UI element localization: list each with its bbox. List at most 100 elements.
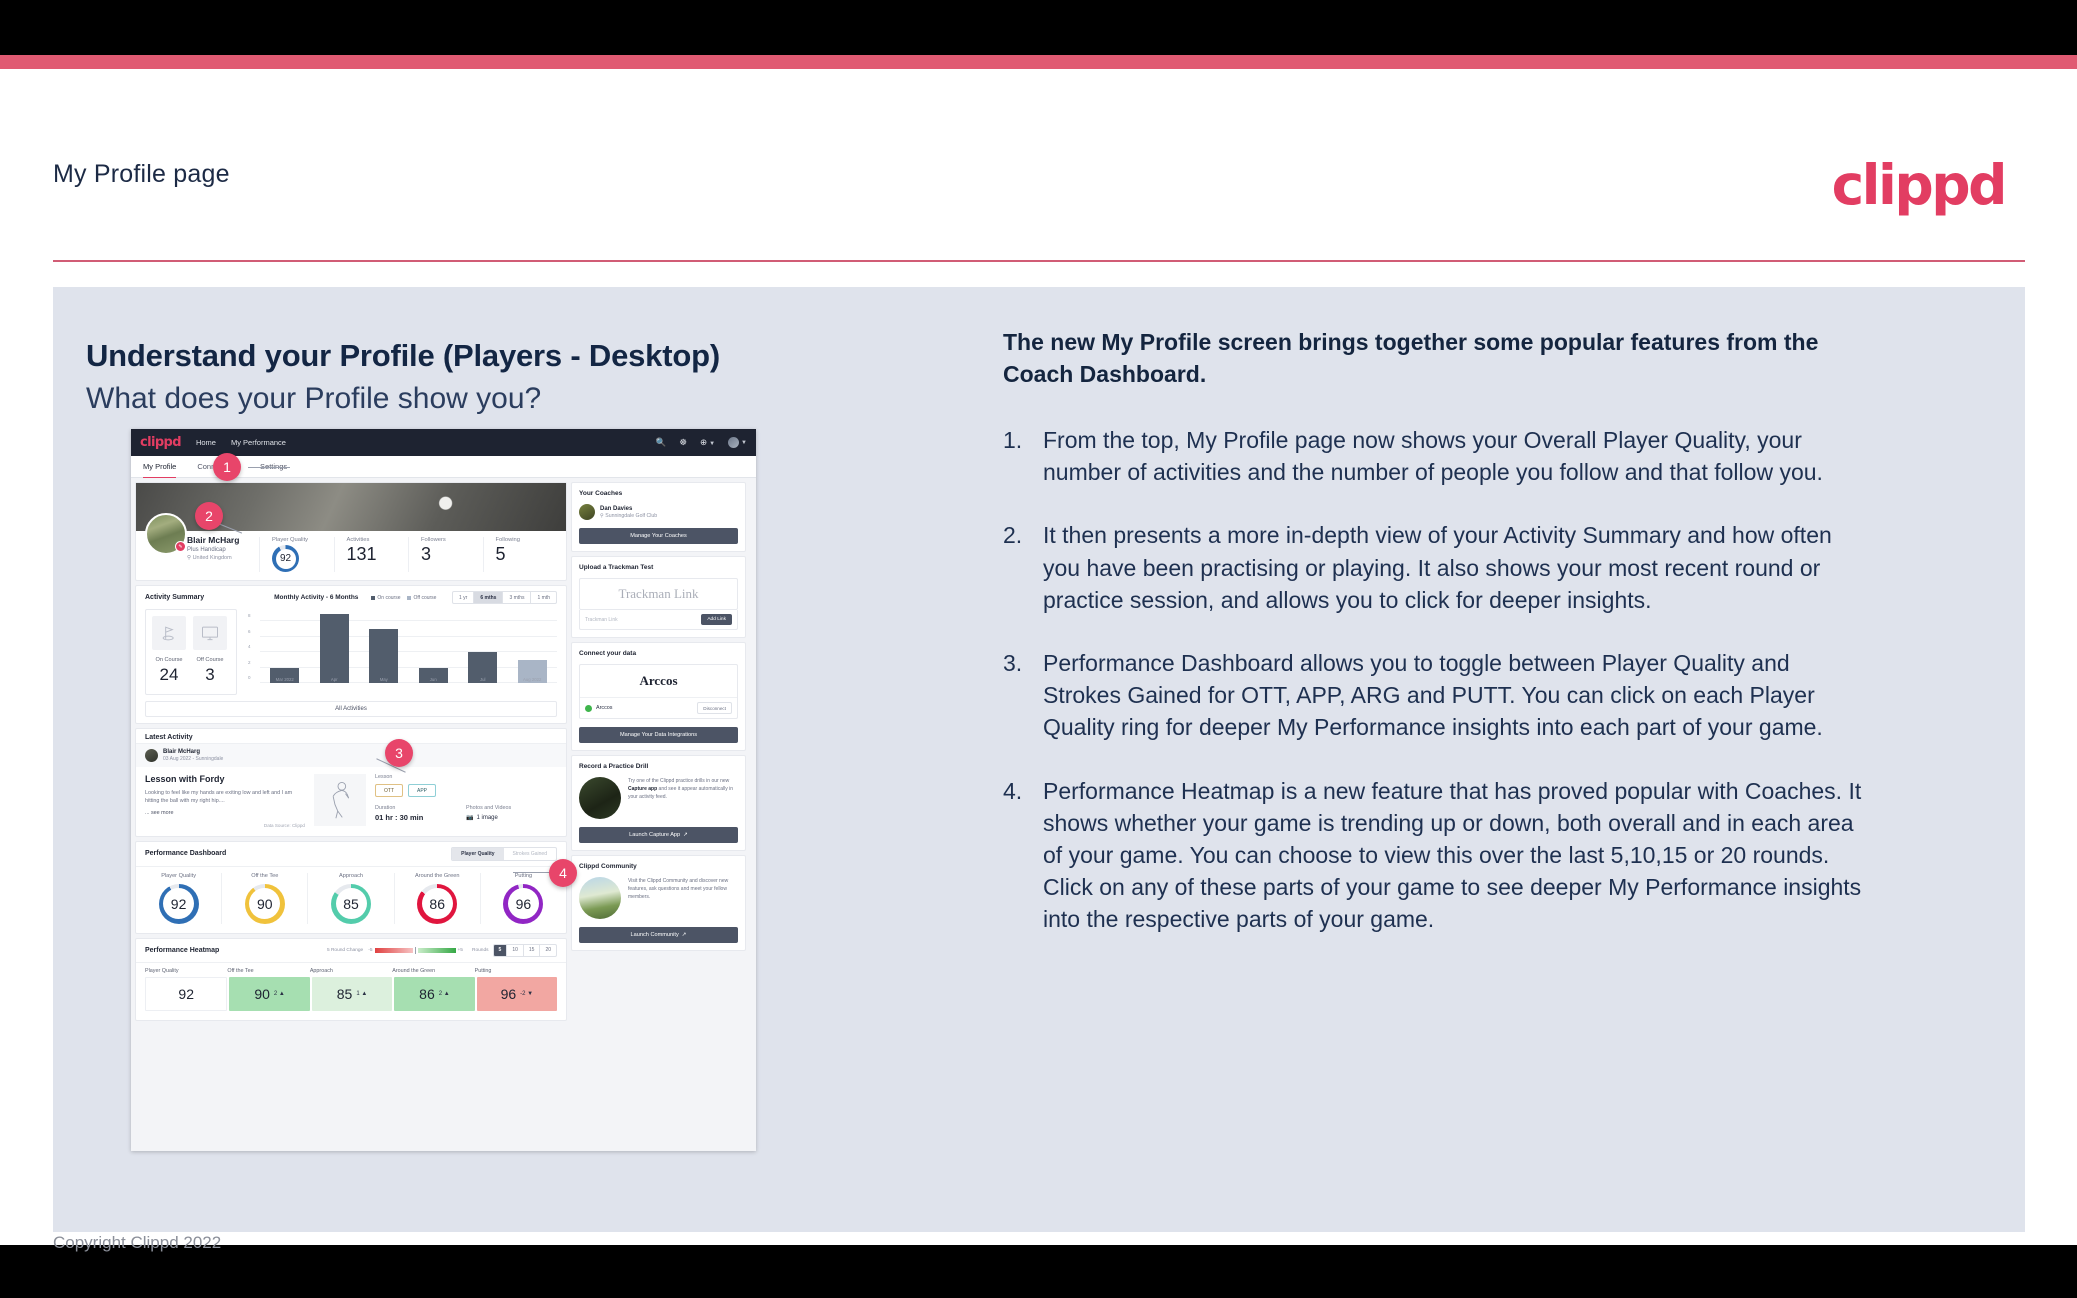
- performance-ring-cell[interactable]: Approach 85: [308, 872, 395, 924]
- range-1yr[interactable]: 1 yr: [453, 592, 475, 603]
- player-quality-ring[interactable]: 92: [158, 883, 199, 924]
- bar-column[interactable]: Jul: [458, 609, 508, 683]
- tab-my-profile[interactable]: My Profile: [143, 456, 177, 478]
- heatmap-value: 96: [500, 985, 517, 1002]
- bar-column[interactable]: May: [359, 609, 409, 683]
- x-axis-tick: May: [379, 677, 388, 682]
- performance-ring-cell[interactable]: Off the Tee 90: [222, 872, 309, 924]
- ring-value: 92: [163, 888, 195, 920]
- heatmap-cell[interactable]: 92: [145, 976, 228, 1011]
- app-navbar: clippd Home My Performance 🔍 ☸ ⊕ ▼ ▼: [131, 429, 756, 456]
- toggle-strokes-gained[interactable]: Strokes Gained: [504, 848, 556, 860]
- ring-value: 90: [249, 888, 281, 920]
- heatmap-cell[interactable]: 90 2 ▲: [229, 976, 310, 1011]
- stat-player-quality[interactable]: Player Quality 92: [259, 537, 334, 572]
- bar-column[interactable]: Mar 2022: [260, 609, 310, 683]
- ring-label: Player Quality: [161, 872, 197, 879]
- activity-tags: OTT APP: [375, 784, 557, 797]
- profile-row: ✎ Blair McHarg Plus Handicap ⚲ United Ki…: [136, 513, 566, 580]
- stat-activities[interactable]: Activities 131: [333, 537, 409, 572]
- activity-left: Lesson with Fordy Looking to feel like m…: [145, 774, 305, 828]
- bar-column[interactable]: Jun: [409, 609, 459, 683]
- all-activities-button[interactable]: All Activities: [145, 701, 557, 717]
- search-icon[interactable]: 🔍: [656, 437, 667, 448]
- heatmap-value: 90: [254, 985, 270, 1002]
- drill-text: Try one of the Clippd practice drills in…: [628, 778, 734, 800]
- rounds-5[interactable]: 5: [493, 944, 508, 956]
- heatmap-cell[interactable]: 96 -2 ▼: [476, 976, 558, 1011]
- bar[interactable]: [319, 613, 349, 683]
- stat-followers[interactable]: Followers 3: [408, 537, 483, 572]
- x-axis-tick: Apr: [330, 677, 338, 682]
- see-more-link[interactable]: ... see more: [145, 810, 305, 816]
- rounds-20[interactable]: 20: [540, 945, 556, 956]
- heatmap-cell[interactable]: 86 2 ▲: [394, 976, 475, 1011]
- chart-bars: Mar 2022 Apr May Jun Jul Aug 2022: [260, 609, 557, 683]
- heading-main: Understand your Profile (Players - Deskt…: [86, 338, 720, 373]
- avatar-icon[interactable]: [728, 437, 740, 448]
- activity-source: Data Source: Clippd: [263, 822, 305, 828]
- launch-capture-button[interactable]: Launch Capture App ↗: [579, 827, 738, 843]
- disconnect-button[interactable]: Disconnect: [697, 702, 732, 714]
- performance-ring-cell[interactable]: Around the Green 86: [395, 872, 481, 924]
- app-logo[interactable]: clippd: [140, 435, 182, 450]
- performance-heatmap-header: Performance Heatmap 5 Round Change -5 +5…: [136, 939, 566, 963]
- player-quality-ring[interactable]: 96: [503, 883, 544, 924]
- profile-avatar[interactable]: ✎: [145, 513, 187, 555]
- monthly-activity-chart: 0 2 4 6 8 Mar 2022 Apr May Jun Jul Aug 2022: [246, 609, 557, 695]
- arccos-logo: Arccos: [639, 673, 678, 688]
- callout-marker-4: 4: [549, 859, 577, 887]
- coach-item[interactable]: Dan Davies ⚲ Sunningdale Golf Club: [579, 504, 738, 520]
- range-3mths[interactable]: 3 mths: [503, 592, 532, 603]
- connected-icon: [585, 704, 592, 712]
- stat-value: 5: [495, 544, 506, 564]
- community-card: Clippd Community Visit the Clippd Commun…: [571, 855, 746, 951]
- gradient-negative: [374, 947, 413, 953]
- ring-label: Around the Green: [414, 872, 460, 879]
- player-quality-ring[interactable]: 86: [417, 883, 458, 924]
- your-coaches-card: Your Coaches Dan Davies ⚲ Sunningdale Go…: [571, 482, 746, 552]
- edit-avatar-icon[interactable]: ✎: [175, 541, 186, 552]
- stat-label: Followers: [421, 537, 446, 543]
- counter-on-course: On Course 24: [152, 616, 186, 688]
- community-row: Visit the Clippd Community and discover …: [579, 877, 738, 919]
- drill-title: Record a Practice Drill: [579, 763, 649, 770]
- toggle-player-quality[interactable]: Player Quality: [452, 847, 504, 860]
- community-icon[interactable]: ☸: [679, 437, 687, 448]
- golf-flag-icon: [152, 616, 186, 650]
- rounds-10[interactable]: 10: [507, 944, 524, 956]
- nav-link-home[interactable]: Home: [196, 438, 216, 447]
- bar-column[interactable]: Aug 2022: [508, 609, 558, 683]
- trackman-link-input[interactable]: Trackman Link: [585, 617, 701, 623]
- community-text: Visit the Clippd Community and discover …: [628, 878, 729, 900]
- range-6mths[interactable]: 6 mths: [474, 592, 504, 603]
- stat-label: Player Quality: [272, 537, 309, 543]
- nav-link-my-performance[interactable]: My Performance: [231, 438, 286, 447]
- heatmap-labels: Player Quality Off the Tee Approach Around …: [136, 963, 566, 974]
- heading-sub: What does your Profile show you?: [86, 381, 542, 415]
- performance-ring-cell[interactable]: Player Quality 92: [136, 872, 223, 924]
- drill-thumbnail: [579, 777, 621, 819]
- rounds-15[interactable]: 15: [524, 944, 541, 956]
- manage-coaches-button[interactable]: Manage Your Coaches: [579, 528, 738, 544]
- launch-community-button[interactable]: Launch Community ↗: [579, 927, 738, 943]
- rounds-label: Rounds: [471, 947, 489, 953]
- tag-app[interactable]: APP: [408, 784, 437, 797]
- bar[interactable]: [369, 629, 399, 683]
- bar-column[interactable]: Apr: [310, 609, 360, 683]
- add-link-button[interactable]: Add Link: [701, 614, 732, 625]
- list-text: It then presents a more in-depth view of…: [1043, 522, 1832, 613]
- external-link-icon: ↗: [681, 932, 687, 938]
- legend-on-course: On course: [371, 595, 400, 601]
- add-circle-icon[interactable]: ⊕ ▼: [700, 437, 715, 448]
- player-quality-ring[interactable]: 85: [331, 883, 371, 924]
- heatmap-cell[interactable]: 85 1 ▲: [311, 976, 393, 1011]
- range-1mth[interactable]: 1 mth: [531, 592, 556, 603]
- tag-ott[interactable]: OTT: [375, 784, 403, 797]
- manage-integrations-button[interactable]: Manage Your Data Integrations: [579, 727, 738, 743]
- stat-following[interactable]: Following 5: [482, 537, 558, 572]
- course-counters: On Course 24 Off Course 3: [145, 609, 237, 695]
- performance-rings: Player Quality 92 Off the Tee 90 Approach 85 A…: [136, 867, 566, 933]
- player-quality-ring[interactable]: 90: [244, 883, 285, 924]
- chevron-down-icon: ▼: [709, 441, 716, 447]
